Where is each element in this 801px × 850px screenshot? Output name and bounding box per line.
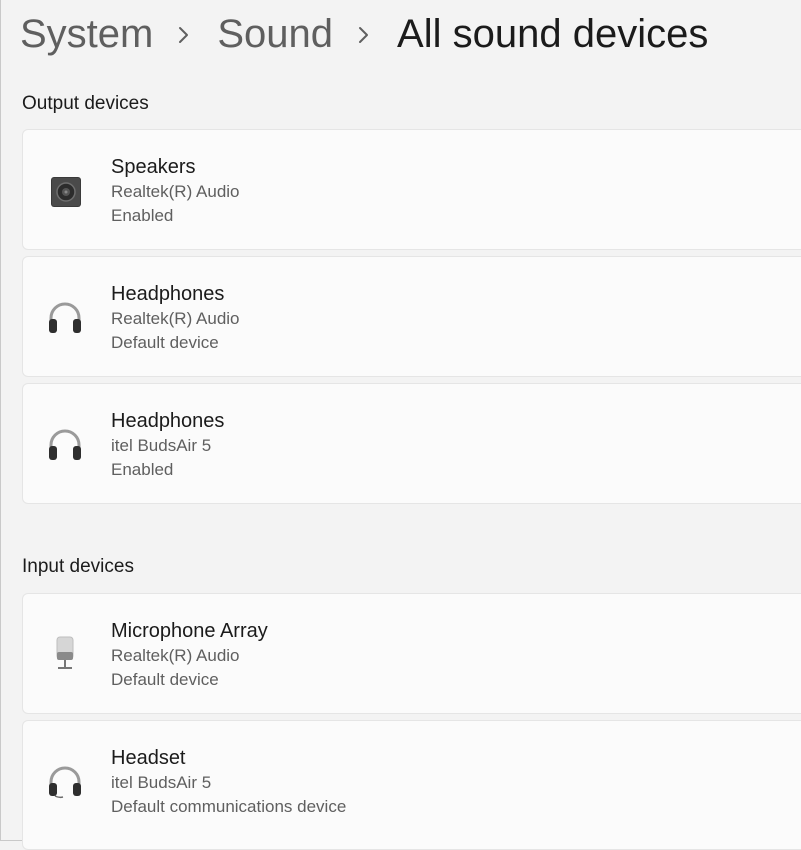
breadcrumb: System Sound All sound devices [20,8,708,60]
headphones-icon [45,297,85,337]
breadcrumb-system[interactable]: System [20,8,153,60]
device-driver: Realtek(R) Audio [111,182,240,201]
section-title-input-devices: Input devices [22,556,134,577]
device-card-headphones-realtek[interactable]: Headphones Realtek(R) Audio Default devi… [22,256,801,377]
headset-icon [45,761,85,801]
chevron-right-icon [333,8,397,60]
device-driver: itel BudsAir 5 [111,436,212,455]
microphone-icon [45,634,85,674]
device-driver: itel BudsAir 5 [111,773,212,792]
headphones-icon [45,424,85,464]
device-name: Headset [111,747,186,769]
section-title-output-devices: Output devices [22,93,149,114]
device-status: Default communications device [111,797,347,816]
device-status: Enabled [111,206,174,225]
device-status: Default device [111,333,219,352]
breadcrumb-sound[interactable]: Sound [217,8,333,60]
device-name: Headphones [111,410,225,432]
device-card-headset[interactable]: Headset itel BudsAir 5 Default communica… [22,720,801,850]
device-driver: Realtek(R) Audio [111,309,240,328]
device-driver: Realtek(R) Audio [111,646,240,665]
device-card-microphone-array[interactable]: Microphone Array Realtek(R) Audio Defaul… [22,593,801,714]
device-card-headphones-itel[interactable]: Headphones itel BudsAir 5 Enabled [22,383,801,504]
device-name: Speakers [111,156,196,178]
device-name: Headphones [111,283,225,305]
speaker-icon [45,172,85,212]
device-status: Enabled [111,460,174,479]
device-card-speakers[interactable]: Speakers Realtek(R) Audio Enabled [22,129,801,250]
device-name: Microphone Array [111,620,268,642]
device-status: Default device [111,670,219,689]
chevron-right-icon [153,8,217,60]
page-title: All sound devices [397,12,709,56]
